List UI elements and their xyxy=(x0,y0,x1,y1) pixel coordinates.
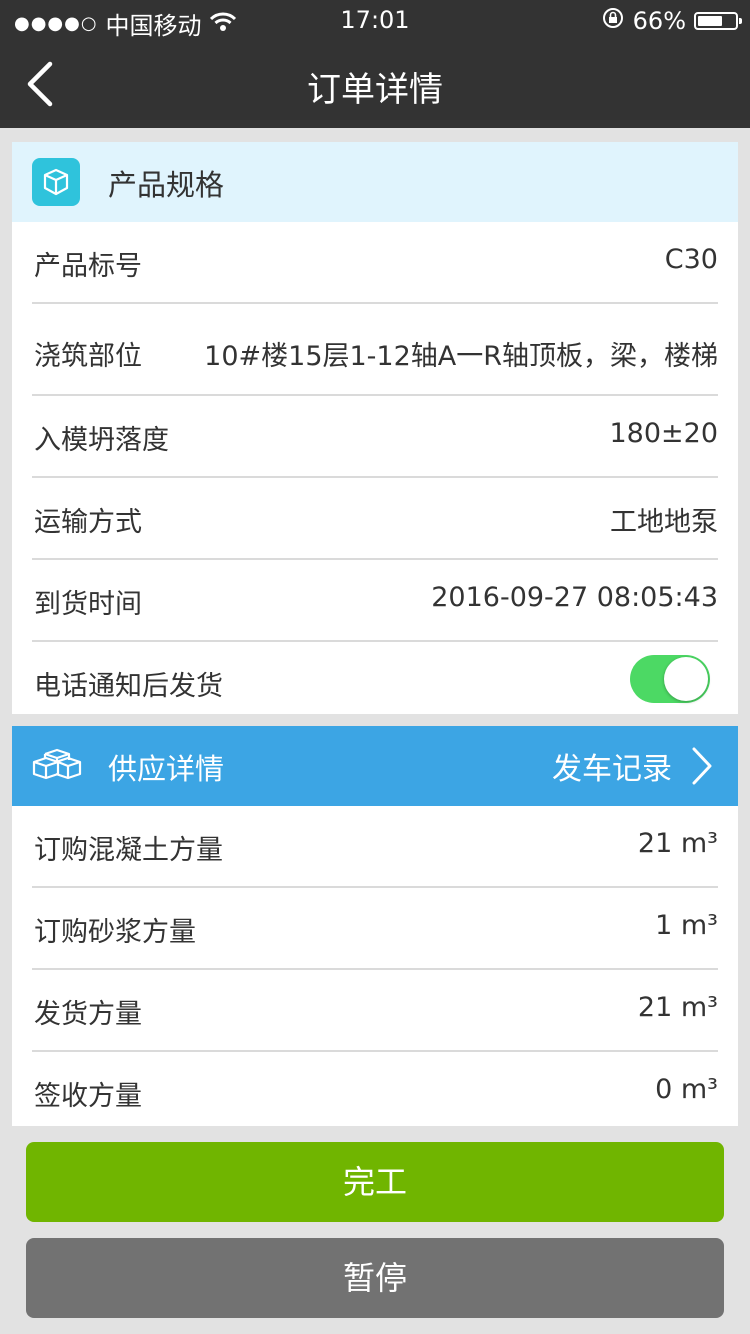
spec-label: 入模坍落度 xyxy=(34,425,169,456)
battery-fill xyxy=(698,16,722,26)
supply-value: 21 m³ xyxy=(637,992,718,1023)
spec-value: 2016-09-27 08:05:43 xyxy=(431,582,718,613)
spec-value: C30 xyxy=(664,244,718,275)
supply-label: 订购砂浆方量 xyxy=(34,917,196,948)
dispatch-record-link[interactable]: 发车记录 xyxy=(552,744,714,788)
supply-value: 21 m³ xyxy=(637,828,718,859)
boxes-icon xyxy=(30,740,84,790)
supply-row-shipped: 发货方量 21 m³ xyxy=(32,970,718,1052)
chevron-right-icon xyxy=(692,747,712,785)
spec-row-arrival-time: 到货时间 2016-09-27 08:05:43 xyxy=(32,560,718,642)
product-spec-title: 产品规格 xyxy=(108,168,225,202)
supply-card: 供应详情 发车记录 订购混凝土方量 21 m³ 订购砂浆方量 1 m³ 发货方量… xyxy=(12,726,738,1126)
supply-row-mortar-ordered: 订购砂浆方量 1 m³ xyxy=(32,888,718,970)
status-right: 66% xyxy=(601,6,742,36)
supply-label: 订购混凝土方量 xyxy=(34,835,223,866)
product-spec-card: 产品规格 产品标号 C30 浇筑部位 10#楼15层1-12轴A一R轴顶板，梁，… xyxy=(12,142,738,714)
box-icon xyxy=(32,158,80,206)
toggle-knob xyxy=(664,657,708,701)
supply-label: 发货方量 xyxy=(34,999,142,1030)
battery-icon xyxy=(694,12,742,30)
spec-label: 到货时间 xyxy=(34,589,142,620)
supply-value: 0 m³ xyxy=(655,1074,718,1105)
phone-notify-label: 电话通知后发货 xyxy=(34,671,223,702)
spec-label: 运输方式 xyxy=(34,507,142,538)
supply-value: 1 m³ xyxy=(655,910,718,941)
spec-row-pour-location: 浇筑部位 10#楼15层1-12轴A一R轴顶板，梁，楼梯 xyxy=(32,304,718,396)
spec-row-transport: 运输方式 工地地泵 xyxy=(32,478,718,560)
spec-row-grade: 产品标号 C30 xyxy=(32,222,718,304)
page-title: 订单详情 xyxy=(307,70,443,110)
spec-label: 浇筑部位 xyxy=(34,341,142,372)
dispatch-record-label: 发车记录 xyxy=(552,752,672,787)
supply-row-concrete-ordered: 订购混凝土方量 21 m³ xyxy=(32,806,718,888)
spec-value: 工地地泵 xyxy=(610,507,718,538)
spec-row-phone-notify: 电话通知后发货 xyxy=(32,642,718,722)
supply-title: 供应详情 xyxy=(108,752,225,786)
supply-label: 签收方量 xyxy=(34,1081,142,1112)
phone-notify-toggle[interactable] xyxy=(630,655,710,703)
status-bar: ●●●●○ 中国移动 17:01 66% xyxy=(0,0,750,40)
spec-label: 产品标号 xyxy=(34,251,142,282)
product-spec-header: 产品规格 xyxy=(12,142,738,222)
nav-bar: 订单详情 xyxy=(0,40,750,128)
complete-button[interactable]: 完工 xyxy=(26,1142,724,1222)
supply-header: 供应详情 发车记录 xyxy=(12,726,738,806)
supply-row-signed: 签收方量 0 m³ xyxy=(32,1052,718,1132)
spec-value: 180±20 xyxy=(609,418,718,449)
spec-value: 10#楼15层1-12轴A一R轴顶板，梁，楼梯 xyxy=(204,341,718,372)
battery-percent: 66% xyxy=(632,7,686,35)
spec-row-slump: 入模坍落度 180±20 xyxy=(32,396,718,478)
rotation-lock-icon xyxy=(601,6,625,36)
pause-button[interactable]: 暂停 xyxy=(26,1238,724,1318)
